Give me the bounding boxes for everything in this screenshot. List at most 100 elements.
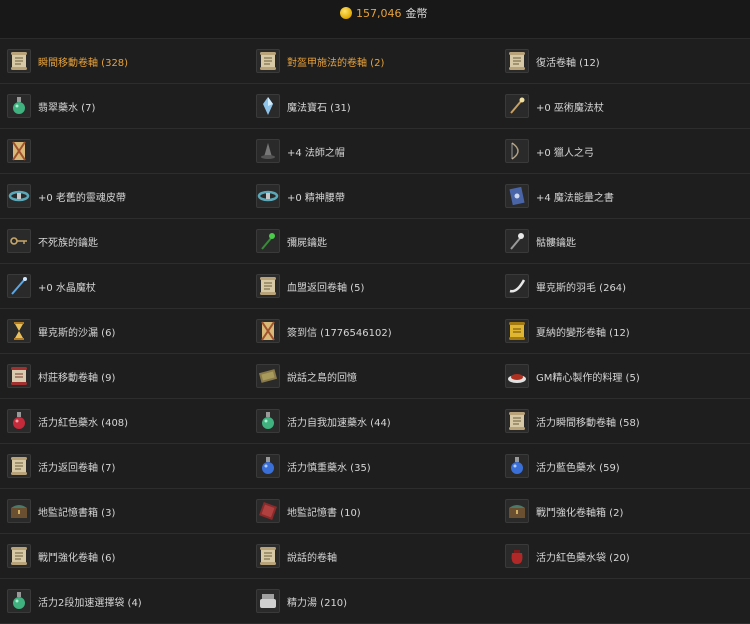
red-scroll-icon <box>7 364 31 388</box>
inventory-item[interactable]: 說話之島的回憶 <box>256 354 496 398</box>
item-label: 彌屍鑰匙 <box>287 237 327 249</box>
inventory-item[interactable]: 對盔甲施法的卷軸 (2) <box>256 39 496 83</box>
belt-icon <box>256 184 280 208</box>
inventory-item[interactable]: 活力瞬間移動卷軸 (58) <box>505 399 745 443</box>
letter-icon <box>7 139 31 163</box>
inventory-item[interactable]: 活力返回卷軸 (7) <box>7 444 247 488</box>
inventory-item[interactable]: 活力自我加速藥水 (44) <box>256 399 496 443</box>
item-label: 瞬間移動卷軸 (328) <box>38 57 129 69</box>
scroll-icon <box>7 544 31 568</box>
green-staff-icon <box>256 229 280 253</box>
inventory-item[interactable]: 簽到信 (1776546102) <box>256 309 496 353</box>
inventory-item[interactable] <box>7 129 247 173</box>
item-label: 精力湯 (210) <box>287 597 348 609</box>
item-label: GM精心製作的料理 (5) <box>536 372 640 384</box>
item-label: 村莊移動卷軸 (9) <box>38 372 116 384</box>
scroll-icon <box>256 49 280 73</box>
inventory-item[interactable]: 畢克斯的羽毛 (264) <box>505 264 745 308</box>
inventory-item[interactable]: 活力紅色藥水 (408) <box>7 399 247 443</box>
inventory-item[interactable]: 活力2段加速選擇袋 (4) <box>7 579 247 623</box>
item-label: 血盟返回卷軸 (5) <box>287 282 365 294</box>
green-potion-icon <box>256 409 280 433</box>
inventory-item[interactable]: 夏納的變形卷軸 (12) <box>505 309 745 353</box>
inventory-row: 活力2段加速選擇袋 (4) 精力湯 (210) <box>0 579 750 624</box>
inventory-row: 翡翠藥水 (7) 魔法寶石 (31) +0 巫術魔法杖 <box>0 84 750 129</box>
inventory-item[interactable]: +0 精神腰帶 <box>256 174 496 218</box>
item-label: 活力自我加速藥水 (44) <box>287 417 391 429</box>
inventory-item[interactable]: 說話的卷軸 <box>256 534 496 578</box>
food-icon <box>505 364 529 388</box>
letter-icon <box>256 319 280 343</box>
gold-unit: 金幣 <box>405 7 428 20</box>
inventory-item[interactable]: 活力慎重藥水 (35) <box>256 444 496 488</box>
item-label: 畢克斯的沙漏 (6) <box>38 327 116 339</box>
gold-amount: 157,046 <box>356 6 402 20</box>
inventory-item[interactable]: 地監記憶書 (10) <box>256 489 496 533</box>
inventory-item[interactable]: 骷髏鑰匙 <box>505 219 745 263</box>
skull-staff-icon <box>505 229 529 253</box>
green-potion-icon <box>7 589 31 613</box>
feather-icon <box>505 274 529 298</box>
inventory-item[interactable]: 彌屍鑰匙 <box>256 219 496 263</box>
item-label: 活力紅色藥水袋 (20) <box>536 552 630 564</box>
item-label: 說話的卷軸 <box>287 552 337 564</box>
inventory-item[interactable]: 戰鬥強化卷軸 (6) <box>7 534 247 578</box>
item-label: +0 老舊的靈魂皮帶 <box>38 192 126 204</box>
chest-icon <box>505 499 529 523</box>
inventory-item[interactable]: 復活卷軸 (12) <box>505 39 745 83</box>
item-label: 活力紅色藥水 (408) <box>38 417 129 429</box>
red-book-icon <box>256 499 280 523</box>
inventory-item[interactable]: 不死族的鑰匙 <box>7 219 247 263</box>
crystal-icon <box>256 94 280 118</box>
inventory-row: 地監記憶書箱 (3) 地監記憶書 (10) 戰鬥強化卷軸箱 (2) <box>0 489 750 534</box>
inventory-item[interactable]: +0 老舊的靈魂皮帶 <box>7 174 247 218</box>
scroll-icon <box>505 409 529 433</box>
scroll-icon <box>505 49 529 73</box>
inventory-item[interactable]: 魔法寶石 (31) <box>256 84 496 128</box>
inventory-row: 不死族的鑰匙 彌屍鑰匙 骷髏鑰匙 <box>0 219 750 264</box>
item-label: 說話之島的回憶 <box>287 372 357 384</box>
crystal-wand-icon <box>7 274 31 298</box>
inventory-item[interactable]: 翡翠藥水 (7) <box>7 84 247 128</box>
wand-icon <box>505 94 529 118</box>
map-icon <box>256 364 280 388</box>
inventory-item[interactable]: +0 水晶魔杖 <box>7 264 247 308</box>
item-label: 魔法寶石 (31) <box>287 102 351 114</box>
item-label: 地監記憶書 (10) <box>287 507 361 519</box>
inventory-item[interactable]: 精力湯 (210) <box>256 579 496 623</box>
blue-potion-icon <box>505 454 529 478</box>
item-label: +0 水晶魔杖 <box>38 282 96 294</box>
bow-icon <box>505 139 529 163</box>
inventory-item[interactable]: +0 巫術魔法杖 <box>505 84 745 128</box>
inventory-row: 瞬間移動卷軸 (328) 對盔甲施法的卷軸 (2) 復活卷軸 (12) <box>0 39 750 84</box>
gold-scroll-icon <box>505 319 529 343</box>
inventory-item[interactable]: +4 魔法能量之書 <box>505 174 745 218</box>
hourglass-icon <box>7 319 31 343</box>
chest-icon <box>7 499 31 523</box>
inventory-item[interactable]: 村莊移動卷軸 (9) <box>7 354 247 398</box>
item-label: 活力藍色藥水 (59) <box>536 462 620 474</box>
inventory-item[interactable]: 地監記憶書箱 (3) <box>7 489 247 533</box>
item-label: 不死族的鑰匙 <box>38 237 98 249</box>
item-label: +4 魔法能量之書 <box>536 192 614 204</box>
inventory-item[interactable]: 戰鬥強化卷軸箱 (2) <box>505 489 745 533</box>
inventory-row: 活力紅色藥水 (408) 活力自我加速藥水 (44) 活力瞬間移動卷軸 (58) <box>0 399 750 444</box>
green-potion-icon <box>7 94 31 118</box>
item-label: 活力返回卷軸 (7) <box>38 462 116 474</box>
inventory-item[interactable]: +0 獵人之弓 <box>505 129 745 173</box>
inventory-item[interactable]: 活力藍色藥水 (59) <box>505 444 745 488</box>
inventory-item[interactable]: 瞬間移動卷軸 (328) <box>7 39 247 83</box>
inventory-item[interactable]: +4 法師之帽 <box>256 129 496 173</box>
inventory-item[interactable]: GM精心製作的料理 (5) <box>505 354 745 398</box>
scroll-icon <box>256 274 280 298</box>
item-label: 活力慎重藥水 (35) <box>287 462 371 474</box>
item-label: 翡翠藥水 (7) <box>38 102 96 114</box>
item-label: 骷髏鑰匙 <box>536 237 576 249</box>
inventory-item[interactable]: 血盟返回卷軸 (5) <box>256 264 496 308</box>
item-label: +4 法師之帽 <box>287 147 345 159</box>
scroll-icon <box>7 454 31 478</box>
inventory-row: +0 水晶魔杖 血盟返回卷軸 (5) 畢克斯的羽毛 (264) <box>0 264 750 309</box>
inventory-item[interactable]: 畢克斯的沙漏 (6) <box>7 309 247 353</box>
potion-bag-icon <box>505 544 529 568</box>
inventory-item[interactable]: 活力紅色藥水袋 (20) <box>505 534 745 578</box>
